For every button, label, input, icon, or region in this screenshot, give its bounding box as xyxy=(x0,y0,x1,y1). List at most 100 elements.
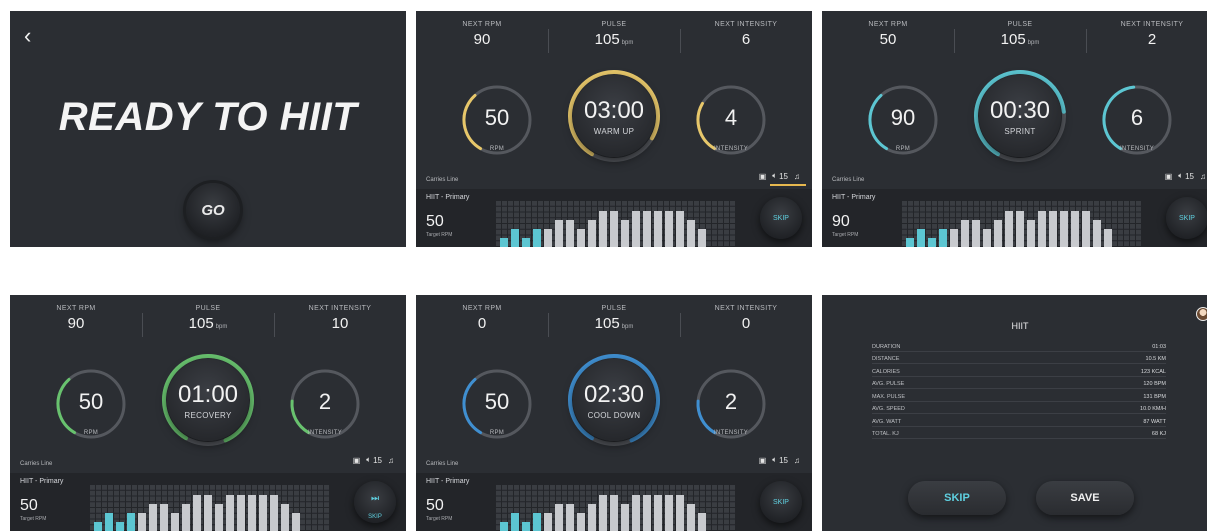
screen-cast-icon[interactable]: ▣ xyxy=(353,456,361,465)
profile-grid-cell xyxy=(1136,201,1141,206)
back-button[interactable]: ‹ xyxy=(24,25,31,47)
go-button[interactable]: GO xyxy=(186,183,240,237)
screen-cast-icon[interactable]: ▣ xyxy=(1165,172,1173,181)
volume-slider[interactable] xyxy=(770,184,806,186)
music-note-icon[interactable]: ♫ xyxy=(794,456,800,465)
profile-grid-cell xyxy=(568,490,573,496)
profile-grid-cell xyxy=(944,212,949,218)
volume-control[interactable]: 🔈︎ 15 xyxy=(1178,171,1194,181)
profile-grid-cell xyxy=(102,508,107,513)
profile-grid-cell xyxy=(992,212,997,218)
profile-grid-cell xyxy=(712,201,717,206)
timer-gauge: 03:00 WARM UP xyxy=(565,67,663,165)
profile-grid-cell xyxy=(700,490,705,496)
profile-grid-cell xyxy=(950,201,955,206)
profile-grid-cell xyxy=(956,201,961,206)
profile-grid-cell xyxy=(556,496,561,502)
profile-grid-cell xyxy=(114,502,119,507)
profile-bar xyxy=(105,513,113,531)
profile-grid-cell xyxy=(712,241,717,246)
intensity-gauge: 2 INTENSITY xyxy=(288,367,362,441)
profile-bar xyxy=(500,238,508,247)
pulse-readout: 105 bpm xyxy=(548,31,680,48)
profile-grid-cell xyxy=(538,206,543,212)
profile-grid-cell xyxy=(914,224,919,229)
profile-grid-cell xyxy=(102,502,107,507)
profile-grid-cell xyxy=(664,485,669,490)
profile-grid-cell xyxy=(108,502,113,507)
profile-grid-cell xyxy=(126,490,131,496)
profile-grid-cell xyxy=(622,212,627,218)
profile-grid-cell xyxy=(90,513,95,519)
phase-label: WARM UP xyxy=(593,127,635,136)
intensity-label: INTENSITY xyxy=(713,146,749,152)
screen-cast-icon[interactable]: ▣ xyxy=(759,172,767,181)
profile-grid-cell xyxy=(586,212,591,218)
profile-grid-cell xyxy=(324,502,329,507)
profile-grid-cell xyxy=(526,513,531,519)
avatar[interactable] xyxy=(1196,307,1207,321)
profile-grid-cell xyxy=(902,218,907,223)
profile-grid-cell xyxy=(1094,212,1099,218)
volume-control[interactable]: 🔈︎ 15 xyxy=(366,455,382,465)
summary-save-button[interactable]: SAVE xyxy=(1036,481,1134,515)
skip-button[interactable]: ⏭ SKIP xyxy=(354,481,396,523)
summary-row: TOTAL. KJ 68 KJ xyxy=(872,427,1166,439)
skip-label: SKIP xyxy=(773,498,789,506)
profile-grid-cell xyxy=(616,206,621,212)
profile-grid-cell xyxy=(556,206,561,212)
pulse-stat: PULSE 105 bpm xyxy=(954,21,1086,65)
profile-grid-cell xyxy=(234,485,239,490)
profile-grid-cell xyxy=(1124,224,1129,229)
profile-grid-cell xyxy=(938,206,943,212)
pulse-readout: 105 bpm xyxy=(954,31,1086,48)
profile-grid-cell xyxy=(318,525,323,530)
profile-grid-cell xyxy=(508,224,513,229)
profile-grid-cell xyxy=(920,218,925,223)
profile-grid-cell xyxy=(712,525,717,530)
pulse-stat: PULSE 105 bpm xyxy=(142,305,274,349)
profile-grid-cell xyxy=(324,519,329,525)
profile-grid-cell xyxy=(622,201,627,206)
profile-grid-cell xyxy=(718,508,723,513)
profile-grid-cell xyxy=(96,508,101,513)
music-note-icon[interactable]: ♫ xyxy=(388,456,394,465)
screen-cast-icon[interactable]: ▣ xyxy=(759,456,767,465)
volume-control[interactable]: 🔈︎ 15 xyxy=(772,455,788,465)
profile-grid-cell xyxy=(96,513,101,519)
skip-button[interactable]: SKIP xyxy=(1166,197,1207,239)
music-note-icon[interactable]: ♫ xyxy=(794,172,800,181)
skip-button[interactable]: SKIP xyxy=(760,197,802,239)
profile-grid-cell xyxy=(688,490,693,496)
profile-grid-cell xyxy=(956,218,961,223)
profile-grid-cell xyxy=(538,490,543,496)
profile-grid-cell xyxy=(508,496,513,502)
skip-button[interactable]: SKIP xyxy=(760,481,802,523)
profile-grid-cell xyxy=(598,485,603,490)
profile-grid-cell xyxy=(926,229,931,235)
music-note-icon[interactable]: ♫ xyxy=(1200,172,1206,181)
profile-grid-cell xyxy=(1100,206,1105,212)
stats-row: NEXT RPM 90 PULSE 105 bpm NEXT INTENSITY … xyxy=(416,21,812,65)
profile-bar xyxy=(237,495,245,531)
profile-grid-cell xyxy=(1106,212,1111,218)
pulse-unit: bpm xyxy=(621,40,634,46)
timer-value: 01:00 xyxy=(177,381,239,408)
program-name: HIIT - Primary xyxy=(20,478,64,485)
profile-grid-cell xyxy=(1136,212,1141,218)
profile-grid-cell xyxy=(962,212,967,218)
volume-control[interactable]: 🔈︎ 15 xyxy=(770,171,806,186)
profile-grid-cell xyxy=(252,490,257,496)
profile-bar xyxy=(1060,211,1068,247)
profile-grid-cell xyxy=(574,502,579,507)
profile-grid-cell xyxy=(950,218,955,223)
profile-grid-cell xyxy=(532,201,537,206)
profile-grid-cell xyxy=(574,508,579,513)
profile-grid-cell xyxy=(1124,201,1129,206)
profile-grid-cell xyxy=(264,490,269,496)
profile-grid-cell xyxy=(108,490,113,496)
summary-skip-button[interactable]: SKIP xyxy=(908,481,1006,515)
profile-grid-cell xyxy=(718,502,723,507)
profile-grid-cell xyxy=(288,490,293,496)
profile-grid-cell xyxy=(658,490,663,496)
